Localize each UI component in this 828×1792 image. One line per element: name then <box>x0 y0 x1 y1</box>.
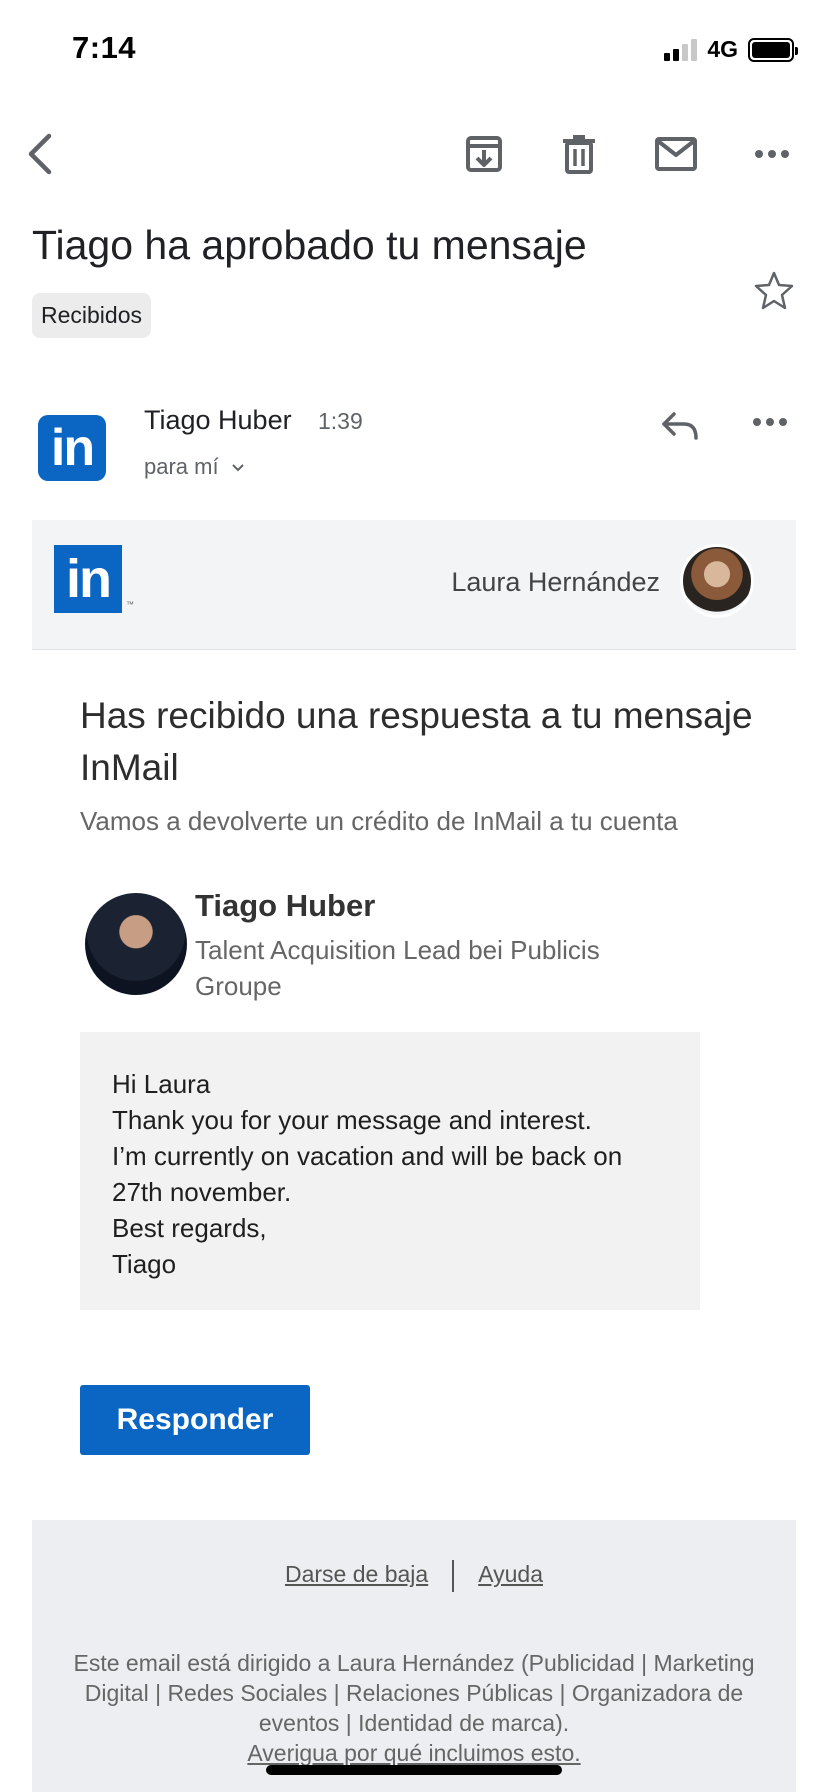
battery-icon <box>748 37 798 62</box>
status-indicators: 4G <box>664 36 798 63</box>
email-subheadline: Vamos a devolverte un crédito de InMail … <box>80 806 678 836</box>
sender-photo[interactable] <box>85 893 187 995</box>
sender-time: 1:39 <box>318 408 363 434</box>
why-link[interactable]: Averigua por qué incluimos esto. <box>247 1740 580 1766</box>
linkedin-logo: in <box>54 545 122 613</box>
sender-avatar: in <box>38 415 106 481</box>
message-box: Hi Laura Thank you for your message and … <box>80 1032 700 1310</box>
person-title: Talent Acquisition Lead bei Publicis Gro… <box>195 935 600 1001</box>
mail-icon[interactable] <box>652 130 700 178</box>
email-subject: Tiago ha aprobado tu mensaje <box>32 222 587 268</box>
message-line: Thank you for your message and interest. <box>112 1105 592 1135</box>
reply-icon[interactable] <box>660 410 700 447</box>
trash-icon[interactable] <box>555 130 603 178</box>
back-icon[interactable] <box>16 130 64 178</box>
star-icon[interactable] <box>754 270 794 315</box>
recipient-name: Laura Hernández <box>451 567 660 597</box>
email-body-header: in ™ Laura Hernández <box>32 520 796 650</box>
trademark-mark: ™ <box>126 600 134 609</box>
status-bar: 7:14 4G <box>0 0 828 100</box>
signal-icon <box>664 38 698 61</box>
recipient-toggle[interactable]: para mí <box>144 454 245 480</box>
label-chip[interactable]: Recibidos <box>32 293 151 338</box>
recipient-avatar <box>680 544 754 618</box>
footer-disclaimer: Este email está dirigido a Laura Hernánd… <box>72 1648 756 1768</box>
message-line: I’m currently on vacation and will be ba… <box>112 1141 623 1207</box>
footer-divider <box>452 1560 455 1592</box>
recipient-label: para mí <box>144 454 219 479</box>
sender-name: Tiago Huber <box>144 405 292 435</box>
home-indicator[interactable] <box>266 1765 562 1775</box>
reply-button[interactable]: Responder <box>80 1385 310 1455</box>
person-name[interactable]: Tiago Huber <box>195 888 375 924</box>
footer-links: Darse de baja Ayuda <box>32 1560 796 1592</box>
email-headline: Has recibido una respuesta a tu mensaje … <box>80 695 753 788</box>
unsubscribe-link[interactable]: Darse de baja <box>285 1561 428 1587</box>
message-line: Best regards, <box>112 1213 267 1243</box>
network-label: 4G <box>707 36 738 62</box>
archive-icon[interactable] <box>460 130 508 178</box>
status-time: 7:14 <box>72 30 137 65</box>
message-line: Tiago <box>112 1249 177 1279</box>
help-link[interactable]: Ayuda <box>478 1561 543 1587</box>
email-footer: Darse de baja Ayuda Este email está dirig… <box>32 1520 796 1792</box>
message-line: Hi Laura <box>112 1069 211 1099</box>
message-more-icon[interactable] <box>752 414 788 432</box>
more-icon[interactable] <box>748 130 796 178</box>
disclaimer-text: Este email está dirigido a Laura Hernánd… <box>73 1650 755 1736</box>
email-toolbar <box>0 120 828 184</box>
chevron-down-icon <box>232 464 244 472</box>
